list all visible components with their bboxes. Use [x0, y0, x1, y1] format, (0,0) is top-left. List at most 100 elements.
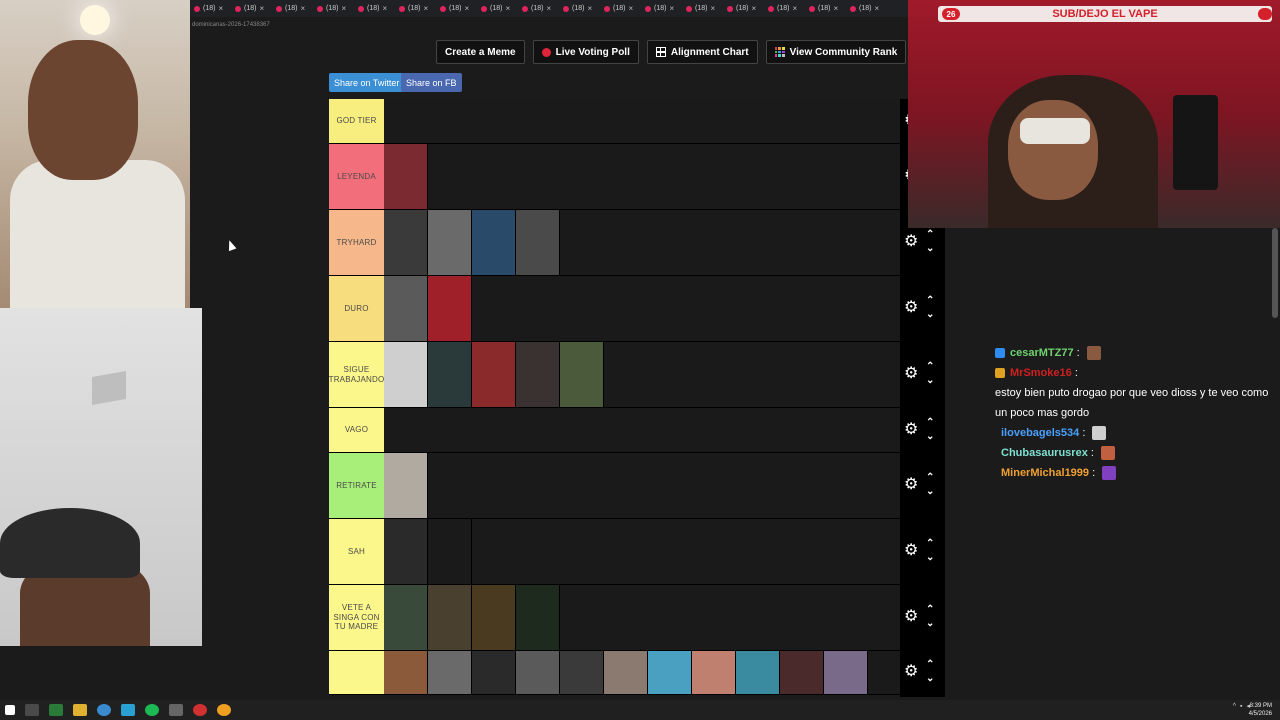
close-icon[interactable]: ×: [628, 4, 633, 13]
browser-tab[interactable]: (18) ×: [600, 0, 641, 17]
live-voting-button[interactable]: Live Voting Poll: [532, 40, 639, 64]
chevron-up-icon[interactable]: ⌃: [926, 296, 934, 306]
tier-label[interactable]: RETIRATE: [329, 453, 384, 518]
tier-label[interactable]: TRYHARD: [329, 210, 384, 275]
tier-item-thumbnail[interactable]: [780, 651, 824, 694]
chevron-down-icon[interactable]: ⌄: [926, 487, 934, 497]
browser-tab[interactable]: (18) ×: [477, 0, 518, 17]
browser-tab[interactable]: (18) ×: [559, 0, 600, 17]
alignment-chart-button[interactable]: Alignment Chart: [646, 40, 758, 64]
tier-item-thumbnail[interactable]: [824, 651, 868, 694]
share-fb-button[interactable]: Share on FB: [401, 73, 462, 92]
close-icon[interactable]: ×: [382, 4, 387, 13]
close-icon[interactable]: ×: [464, 4, 469, 13]
chevron-down-icon[interactable]: ⌄: [926, 553, 934, 563]
chevron-up-icon[interactable]: ⌃: [926, 230, 934, 240]
chat-username[interactable]: Chubasaurusrex: [1001, 443, 1088, 463]
chevron-down-icon[interactable]: ⌄: [926, 376, 934, 386]
chevron-down-icon[interactable]: ⌄: [926, 310, 934, 320]
tier-item-thumbnail[interactable]: [384, 585, 428, 650]
chevron-up-icon[interactable]: ⌃: [926, 473, 934, 483]
chat-username[interactable]: MrSmoke16: [1010, 363, 1072, 383]
tier-item-thumbnail[interactable]: [472, 342, 516, 407]
browser-tab[interactable]: (18) ×: [846, 0, 887, 17]
tier-item-thumbnail[interactable]: [516, 210, 560, 275]
tier-item-thumbnail[interactable]: [736, 651, 780, 694]
tier-item-thumbnail[interactable]: [384, 342, 428, 407]
tier-item-thumbnail[interactable]: [384, 519, 428, 584]
tier-item-thumbnail[interactable]: [472, 210, 516, 275]
tier-item-thumbnail[interactable]: [428, 210, 472, 275]
tier-item-thumbnail[interactable]: [384, 276, 428, 341]
gear-icon[interactable]: ⚙: [904, 543, 920, 559]
start-icon[interactable]: [5, 705, 15, 715]
browser-icon[interactable]: [97, 704, 111, 716]
chevron-up-icon[interactable]: ⌃: [926, 362, 934, 372]
browser-tab[interactable]: (18) ×: [641, 0, 682, 17]
tier-item-thumbnail[interactable]: [384, 144, 428, 209]
tier-item-thumbnail[interactable]: [692, 651, 736, 694]
close-icon[interactable]: ×: [218, 4, 223, 13]
tier-label[interactable]: VAGO: [329, 408, 384, 452]
chevron-down-icon[interactable]: ⌄: [926, 674, 934, 684]
browser-tab[interactable]: (18) ×: [354, 0, 395, 17]
chat-username[interactable]: cesarMTZ77: [1010, 343, 1074, 363]
chevron-up-icon[interactable]: ⌃: [926, 539, 934, 549]
browser-tab[interactable]: (18) ×: [313, 0, 354, 17]
chevron-down-icon[interactable]: ⌄: [926, 431, 934, 442]
network-icon[interactable]: ▪: [1240, 703, 1242, 710]
gear-icon[interactable]: ⚙: [904, 664, 920, 680]
close-icon[interactable]: ×: [874, 4, 879, 13]
browser-tab[interactable]: (18) ×: [518, 0, 559, 17]
tier-item-thumbnail[interactable]: [428, 276, 472, 341]
tier-label[interactable]: DURO: [329, 276, 384, 341]
tier-item-thumbnail[interactable]: [472, 651, 516, 694]
browser-tab[interactable]: (18) ×: [231, 0, 272, 17]
close-icon[interactable]: ×: [587, 4, 592, 13]
tier-item-thumbnail[interactable]: [516, 342, 560, 407]
tier-label[interactable]: SIGUE TRABAJANDO: [329, 342, 384, 407]
gear-icon[interactable]: ⚙: [904, 366, 920, 382]
terminal-icon[interactable]: [49, 704, 63, 716]
clock[interactable]: 8:39 PM 4/5/2026: [1249, 702, 1272, 718]
browser-tab[interactable]: (18) ×: [436, 0, 477, 17]
tier-item-thumbnail[interactable]: [560, 342, 604, 407]
tier-item-thumbnail[interactable]: [516, 585, 560, 650]
tier-item-thumbnail[interactable]: [560, 651, 604, 694]
chrome-icon[interactable]: [217, 704, 231, 716]
tier-item-thumbnail[interactable]: [384, 453, 428, 518]
tier-item-thumbnail[interactable]: [604, 651, 648, 694]
chevron-up-icon[interactable]: ⌃: [926, 660, 934, 670]
tier-label[interactable]: VETE A SINGA CON TU MADRE: [329, 585, 384, 650]
close-icon[interactable]: ×: [423, 4, 428, 13]
chevron-up-icon[interactable]: ⌃: [926, 605, 934, 615]
close-icon[interactable]: ×: [300, 4, 305, 13]
browser-tab[interactable]: (18) ×: [682, 0, 723, 17]
search-icon[interactable]: [25, 704, 39, 716]
browser-tab[interactable]: (18) ×: [272, 0, 313, 17]
chevron-up-icon[interactable]: ^: [1233, 703, 1236, 710]
spotify-icon[interactable]: [145, 704, 159, 716]
chat-username[interactable]: ilovebagels534: [1001, 423, 1079, 443]
browser-tab[interactable]: (18) ×: [395, 0, 436, 17]
browser-tab[interactable]: (18) ×: [805, 0, 846, 17]
create-meme-button[interactable]: Create a Meme: [436, 40, 525, 64]
app-icon[interactable]: [169, 704, 183, 716]
close-icon[interactable]: ×: [259, 4, 264, 13]
gear-icon[interactable]: ⚙: [904, 421, 920, 438]
close-icon[interactable]: ×: [505, 4, 510, 13]
tier-item-thumbnail[interactable]: [472, 585, 516, 650]
close-icon[interactable]: ×: [341, 4, 346, 13]
share-twitter-button[interactable]: Share on Twitter: [329, 73, 405, 92]
tier-label[interactable]: LEYENDA: [329, 144, 384, 209]
chat-scrollbar[interactable]: [1272, 228, 1278, 318]
community-rank-button[interactable]: View Community Rank: [765, 40, 907, 64]
tier-label[interactable]: SAH: [329, 519, 384, 584]
gear-icon[interactable]: ⚙: [904, 300, 920, 316]
close-icon[interactable]: ×: [833, 4, 838, 13]
tier-label[interactable]: [329, 651, 384, 694]
close-icon[interactable]: ×: [710, 4, 715, 13]
tier-item-thumbnail[interactable]: [428, 651, 472, 694]
chevron-down-icon[interactable]: ⌄: [926, 244, 934, 254]
browser-tab[interactable]: (18) ×: [764, 0, 805, 17]
